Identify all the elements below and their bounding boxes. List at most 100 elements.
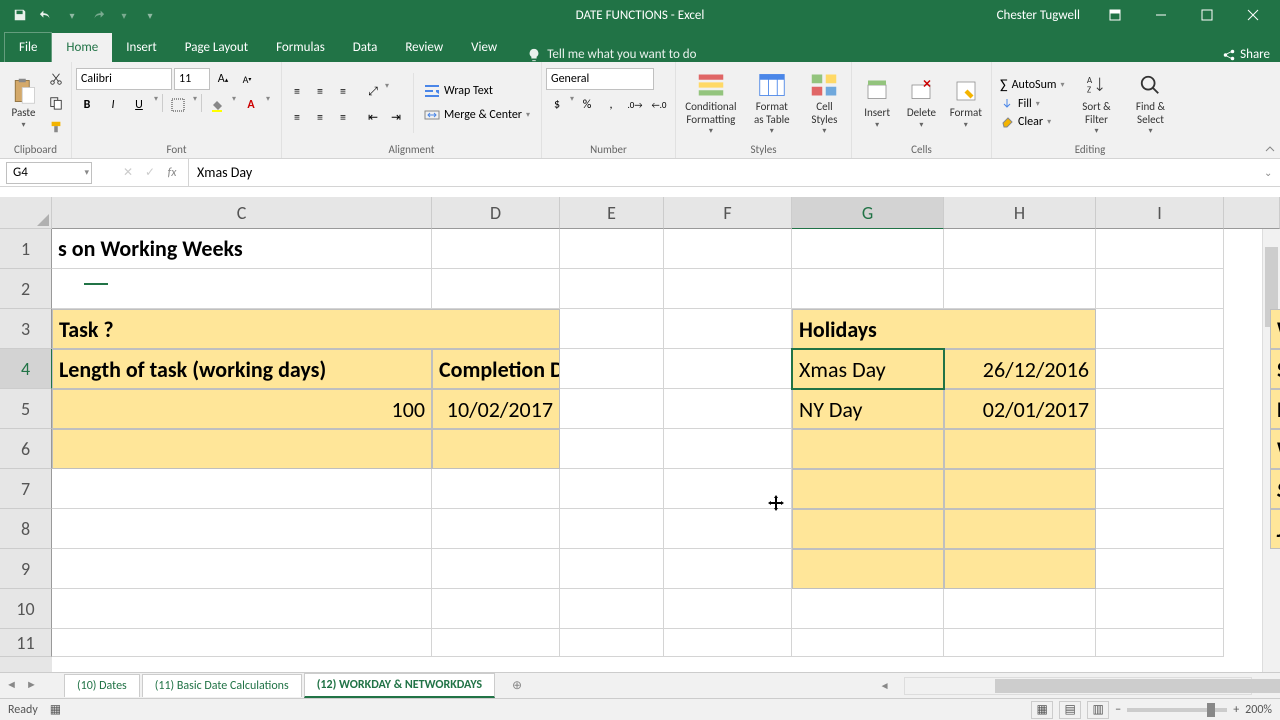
row-header-4[interactable]: 4 <box>0 349 52 389</box>
minimize-icon[interactable] <box>1138 0 1184 30</box>
align-top-button[interactable]: ≡ <box>286 81 308 103</box>
format-painter-button[interactable] <box>45 116 67 138</box>
row-header-5[interactable]: 5 <box>0 389 52 429</box>
ribbon-options-icon[interactable] <box>1092 0 1138 30</box>
underline-button[interactable]: U <box>128 94 150 116</box>
cell-C6[interactable] <box>52 429 432 469</box>
redo-icon[interactable] <box>86 3 110 27</box>
row-header-7[interactable]: 7 <box>0 469 52 509</box>
cell-C3[interactable]: Task ? <box>52 309 560 349</box>
expand-formula-bar-button[interactable]: ⌄ <box>1264 166 1280 179</box>
cell-H4[interactable]: 26/12/2016 <box>944 349 1096 389</box>
decrease-indent-button[interactable]: ⇤ <box>362 107 384 129</box>
close-icon[interactable] <box>1230 0 1276 30</box>
sheet-tab-10[interactable]: (10) Dates <box>64 674 140 697</box>
page-layout-view-button[interactable]: ▤ <box>1059 701 1081 719</box>
row-header-11[interactable]: 11 <box>0 629 52 657</box>
cell-styles-button[interactable]: Cell Styles ▾ <box>802 67 847 137</box>
align-bottom-button[interactable]: ≡ <box>332 81 354 103</box>
row-header-8[interactable]: 8 <box>0 509 52 549</box>
cell-J8[interactable]: Jus <box>1270 509 1280 549</box>
sheet-nav-next[interactable]: ► <box>26 678 42 694</box>
zoom-level[interactable]: 200% <box>1245 703 1272 717</box>
copy-button[interactable] <box>45 92 67 114</box>
row-header-1[interactable]: 1 <box>0 229 52 269</box>
cell-G7[interactable] <box>792 469 944 509</box>
cell-D4[interactable]: Completion Date <box>432 349 560 389</box>
pagelayout-tab[interactable]: Page Layout <box>171 33 262 62</box>
tell-me[interactable]: Tell me what you want to do <box>527 47 696 62</box>
increase-decimal-button[interactable]: .0→ <box>624 94 646 116</box>
data-tab[interactable]: Data <box>339 33 392 62</box>
column-header-D[interactable]: D <box>432 197 560 229</box>
delete-cells-button[interactable]: Delete ▾ <box>900 73 942 131</box>
page-break-view-button[interactable]: ▥ <box>1087 701 1109 719</box>
align-center-button[interactable]: ≡ <box>309 107 331 129</box>
decrease-decimal-button[interactable]: ←.0 <box>648 94 670 116</box>
align-middle-button[interactable]: ≡ <box>309 81 331 103</box>
column-header-I[interactable]: I <box>1096 197 1224 229</box>
qat-customize[interactable]: ▾ <box>138 3 162 27</box>
accounting-button[interactable]: $ <box>546 94 568 116</box>
cell-J3[interactable]: Wo <box>1270 309 1280 349</box>
clear-button[interactable]: Clear ▾ <box>996 114 1068 130</box>
cell-G3[interactable]: Holidays <box>792 309 1096 349</box>
row-header-6[interactable]: 6 <box>0 429 52 469</box>
insert-function-button[interactable]: fx <box>162 163 182 183</box>
file-tab[interactable]: File <box>4 32 52 62</box>
cell-J5[interactable]: Enc <box>1270 389 1280 429</box>
row-header-3[interactable]: 3 <box>0 309 52 349</box>
cell-C1[interactable]: s on Working Weeks <box>52 229 432 269</box>
horizontal-scrollbar[interactable] <box>904 677 1252 695</box>
cell-J4[interactable]: Sta <box>1270 349 1280 389</box>
cell-D5[interactable]: 10/02/2017 <box>432 389 560 429</box>
column-header-E[interactable]: E <box>560 197 664 229</box>
row-header-9[interactable]: 9 <box>0 549 52 589</box>
italic-button[interactable]: I <box>102 94 124 116</box>
macro-record-icon[interactable]: ▦ <box>50 702 61 717</box>
review-tab[interactable]: Review <box>391 33 457 62</box>
increase-font-button[interactable]: A▴ <box>212 68 234 90</box>
cell-C5[interactable]: 100 <box>52 389 432 429</box>
name-box[interactable]: G4 ▾ <box>6 162 92 184</box>
formula-input[interactable] <box>189 159 1264 186</box>
cell-H5[interactable]: 02/01/2017 <box>944 389 1096 429</box>
cell-area[interactable]: s on Working Weeks Task ?Length of task (… <box>52 229 1280 672</box>
wrap-text-button[interactable]: Wrap Text <box>420 81 534 101</box>
redo-dropdown[interactable]: ▾ <box>112 3 136 27</box>
cell-H6[interactable] <box>944 429 1096 469</box>
number-format-select[interactable] <box>546 68 654 90</box>
autosum-button[interactable]: ∑ AutoSum ▾ <box>996 75 1068 94</box>
cell-H8[interactable] <box>944 509 1096 549</box>
column-header-G[interactable]: G <box>792 197 944 229</box>
row-header-2[interactable]: 2 <box>0 269 52 309</box>
font-color-button[interactable]: A <box>240 94 262 116</box>
cell-C4[interactable]: Length of task (working days) <box>52 349 432 389</box>
conditional-formatting-button[interactable]: Conditional Formatting ▾ <box>680 67 742 137</box>
orientation-button[interactable]: ⤢ <box>362 81 384 103</box>
cell-G5[interactable]: NY Day <box>792 389 944 429</box>
comma-button[interactable]: , <box>600 94 622 116</box>
increase-indent-button[interactable]: ⇥ <box>385 107 407 129</box>
decrease-font-button[interactable]: A▾ <box>236 68 258 90</box>
insert-tab[interactable]: Insert <box>112 33 171 62</box>
sort-filter-button[interactable]: AZ Sort & Filter ▾ <box>1070 67 1122 137</box>
hscroll-left[interactable]: ◄ <box>876 679 894 692</box>
cancel-formula-button[interactable]: ✕ <box>118 163 138 183</box>
zoom-out-button[interactable]: − <box>1115 703 1121 717</box>
save-icon[interactable] <box>8 3 32 27</box>
cell-J7[interactable]: Sat <box>1270 469 1280 509</box>
cell-J6[interactable]: We <box>1270 429 1280 469</box>
paste-button[interactable]: Paste ▾ <box>4 73 43 131</box>
enter-formula-button[interactable]: ✓ <box>140 163 160 183</box>
fill-color-button[interactable] <box>206 94 228 116</box>
percent-button[interactable]: % <box>576 94 598 116</box>
home-tab[interactable]: Home <box>52 33 112 62</box>
align-left-button[interactable]: ≡ <box>286 107 308 129</box>
cell-H9[interactable] <box>944 549 1096 589</box>
formulas-tab[interactable]: Formulas <box>262 33 339 62</box>
column-header-F[interactable]: F <box>664 197 792 229</box>
share-button[interactable]: Share <box>1222 47 1270 62</box>
row-header-10[interactable]: 10 <box>0 589 52 629</box>
insert-cells-button[interactable]: Insert ▾ <box>856 73 898 131</box>
